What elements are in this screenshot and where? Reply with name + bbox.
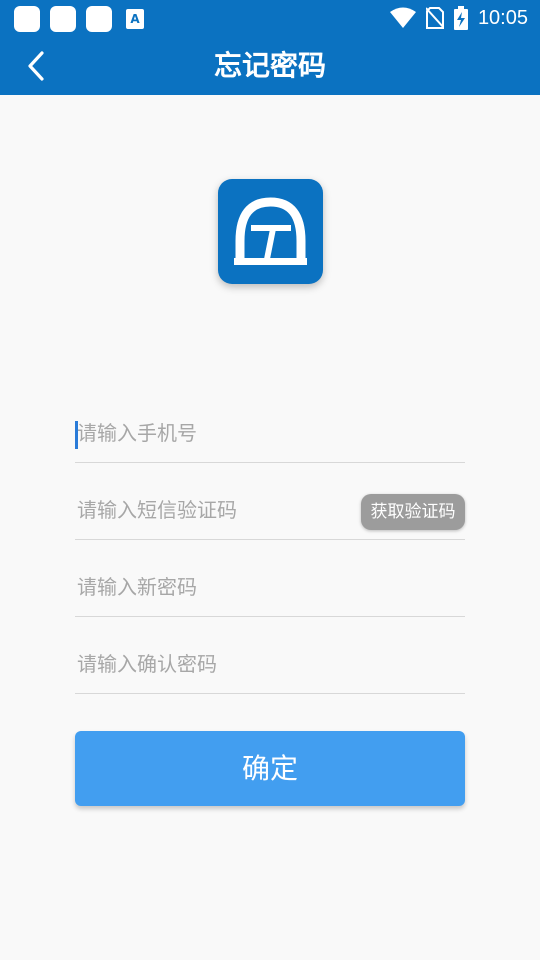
text-cursor (75, 421, 78, 449)
phone-input[interactable] (75, 403, 465, 462)
phone-field[interactable] (75, 403, 465, 463)
page-title: 忘记密码 (213, 49, 326, 82)
confirm-button[interactable]: 确定 (75, 731, 465, 806)
navigation-bar: 忘记密码 (0, 36, 540, 95)
new-password-field[interactable] (75, 557, 465, 617)
clock: 10:05 (477, 6, 528, 29)
battery-charging-icon (453, 6, 468, 30)
app-header: A 10:05 忘记密码 (0, 0, 540, 95)
accessibility-icon: A (126, 9, 144, 29)
get-code-button[interactable]: 获取验证码 (361, 494, 465, 530)
app-logo (218, 179, 323, 284)
app-notification-icon (86, 6, 112, 32)
wifi-icon (389, 7, 416, 28)
no-sim-icon (425, 7, 444, 29)
sms-code-field[interactable]: 获取验证码 (75, 480, 465, 540)
notification-icons: A (14, 6, 144, 32)
confirm-password-input[interactable] (75, 634, 465, 693)
confirm-password-field[interactable] (75, 634, 465, 694)
new-password-input[interactable] (75, 557, 465, 616)
tunnel-logo-icon (234, 197, 307, 265)
system-icons: 10:05 (389, 4, 528, 32)
app-notification-icon (50, 6, 76, 32)
status-bar: A 10:05 (0, 0, 540, 36)
app-notification-icon (14, 6, 40, 32)
